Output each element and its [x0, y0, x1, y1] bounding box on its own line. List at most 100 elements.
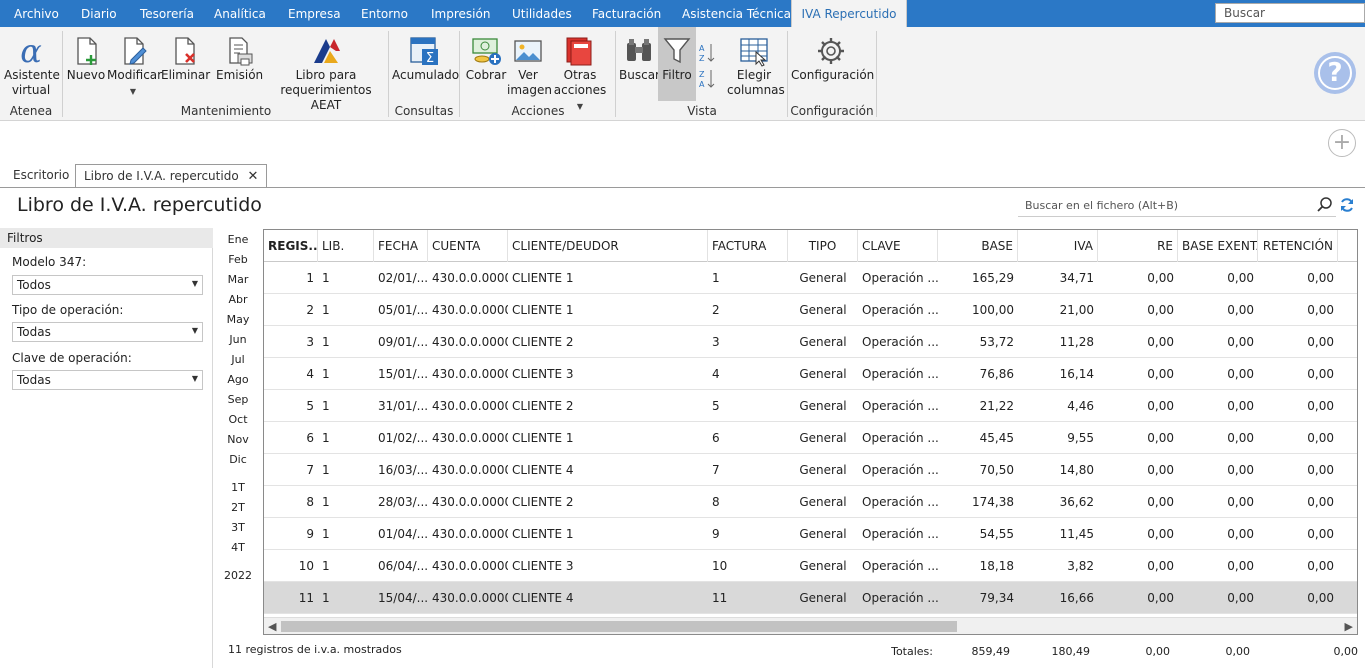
cell-cuenta: 430.0.0.00002 — [432, 399, 508, 413]
add-tab-button[interactable]: + — [1328, 129, 1356, 157]
year-2022[interactable]: 2022 — [222, 569, 254, 582]
month-feb[interactable]: Feb — [222, 253, 254, 266]
quarter-2t[interactable]: 2T — [222, 501, 254, 514]
month-jul[interactable]: Jul — [222, 353, 254, 366]
cell-tipo: General — [799, 527, 847, 541]
configuracion-button[interactable]: Configuración — [791, 27, 874, 101]
scroll-right-icon[interactable]: ▶ — [1345, 618, 1353, 634]
buscar-button[interactable]: Buscar — [619, 27, 660, 101]
eliminar-button[interactable]: Eliminar — [161, 27, 210, 101]
col-iva[interactable]: IVA — [1018, 230, 1098, 262]
cell-fecha: 15/01/... — [378, 367, 428, 381]
sort-za-icon: ZA — [699, 70, 715, 89]
table-row[interactable]: 2105/01/...430.0.0.00001CLIENTE 12Genera… — [264, 294, 1357, 326]
month-oct[interactable]: Oct — [222, 413, 254, 426]
menu-utilidades[interactable]: Utilidades — [512, 0, 572, 27]
col-cuenta[interactable]: CUENTA — [428, 230, 508, 262]
menu-tesoreria[interactable]: Tesorería — [140, 0, 194, 27]
month-sep[interactable]: Sep — [222, 393, 254, 406]
col-clave[interactable]: CLAVE — [858, 230, 938, 262]
table-row[interactable]: 3109/01/...430.0.0.00002CLIENTE 23Genera… — [264, 326, 1357, 358]
cell-iva: 11,45 — [1059, 527, 1094, 541]
menu-impresion[interactable]: Impresión — [431, 0, 490, 27]
tipo-operacion-select[interactable]: Todas ▼ — [12, 322, 203, 342]
tab-libro-iva[interactable]: Libro de I.V.A. repercutido ✕ — [75, 164, 268, 188]
menu-analitica[interactable]: Analítica — [214, 0, 266, 27]
month-dic[interactable]: Dic — [222, 453, 254, 466]
global-search-input[interactable]: Buscar — [1215, 3, 1365, 23]
table-row[interactable]: 11115/04/...430.0.0.00004CLIENTE 411Gene… — [264, 582, 1357, 614]
modificar-button[interactable]: Modificar ▼ — [107, 27, 162, 101]
scroll-left-icon[interactable]: ◀ — [268, 618, 276, 634]
tab-escritorio[interactable]: Escritorio — [5, 164, 77, 188]
table-row[interactable]: 5131/01/...430.0.0.00002CLIENTE 25Genera… — [264, 390, 1357, 422]
col-tipo[interactable]: TIPO — [788, 230, 858, 262]
file-search-input[interactable]: Buscar en el fichero (Alt+B) — [1018, 195, 1336, 217]
quarter-3t[interactable]: 3T — [222, 521, 254, 534]
modelo-347-select[interactable]: Todos ▼ — [12, 275, 203, 295]
help-button[interactable]: ? — [1314, 52, 1356, 94]
table-row[interactable]: 1102/01/...430.0.0.00001CLIENTE 11Genera… — [264, 262, 1357, 294]
search-icon[interactable] — [1316, 196, 1334, 214]
quarter-4t[interactable]: 4T — [222, 541, 254, 554]
col-base-exenta[interactable]: BASE EXENTA — [1178, 230, 1258, 262]
menu-iva-repercutido[interactable]: IVA Repercutido — [791, 0, 907, 27]
col-registro[interactable]: REGIS... — [264, 230, 318, 262]
nuevo-button[interactable]: Nuevo — [66, 27, 106, 101]
horizontal-scrollbar[interactable]: ◀ ▶ — [264, 617, 1357, 634]
table-row[interactable]: 6101/02/...430.0.0.00001CLIENTE 16Genera… — [264, 422, 1357, 454]
cell-cuenta: 430.0.0.00001 — [432, 431, 508, 445]
cell-registro: 1 — [306, 271, 314, 285]
emision-label: Emisión — [216, 68, 264, 82]
cell-re: 0,00 — [1147, 367, 1174, 381]
month-ene[interactable]: Ene — [222, 233, 254, 246]
menu-facturacion[interactable]: Facturación — [592, 0, 661, 27]
month-ago[interactable]: Ago — [222, 373, 254, 386]
col-retencion[interactable]: RETENCIÓN — [1258, 230, 1338, 262]
month-abr[interactable]: Abr — [222, 293, 254, 306]
menu-asistencia-tecnica[interactable]: Asistencia Técnica — [682, 0, 791, 27]
menu-archivo[interactable]: Archivo — [14, 0, 59, 27]
col-cliente[interactable]: CLIENTE/DEUDOR — [508, 230, 708, 262]
table-row[interactable]: 10 1 06/04/... 430.0.0.00003 CLIENTE 3 10 Gene… — [264, 550, 1357, 582]
cell-lib: 1 — [322, 399, 330, 413]
cell-cuenta: 430.0.0.00003 — [432, 367, 508, 381]
col-re[interactable]: RE — [1098, 230, 1178, 262]
table-row[interactable]: 7116/03/...430.0.0.00004CLIENTE 47Genera… — [264, 454, 1357, 486]
col-fecha[interactable]: FECHA — [374, 230, 428, 262]
menu-diario[interactable]: Diario — [81, 0, 117, 27]
table-row[interactable]: 4115/01/...430.0.0.00003CLIENTE 34Genera… — [264, 358, 1357, 390]
col-base[interactable]: BASE — [938, 230, 1018, 262]
scrollbar-thumb[interactable] — [281, 621, 957, 632]
cell-iva: 9,55 — [1067, 431, 1094, 445]
col-factura[interactable]: FACTURA — [708, 230, 788, 262]
cobrar-button[interactable]: Cobrar — [463, 27, 509, 101]
month-nov[interactable]: Nov — [222, 433, 254, 446]
elegir-label-2: columnas — [727, 83, 785, 97]
filtro-button[interactable]: Filtro — [658, 27, 696, 101]
otras-acciones-button[interactable]: Otras acciones ▼ — [551, 27, 609, 111]
month-mar[interactable]: Mar — [222, 273, 254, 286]
table-row[interactable]: 8128/03/...430.0.0.00002CLIENTE 28Genera… — [264, 486, 1357, 518]
sort-desc-button[interactable]: ZA — [697, 67, 717, 95]
month-may[interactable]: May — [222, 313, 254, 326]
menu-entorno[interactable]: Entorno — [361, 0, 408, 27]
month-jun[interactable]: Jun — [222, 333, 254, 346]
cell-clave: Operación ... — [862, 399, 938, 413]
asistente-virtual-button[interactable]: α Asistente virtual — [4, 27, 60, 101]
binoculars-icon — [627, 39, 651, 61]
clave-operacion-select[interactable]: Todas ▼ — [12, 370, 203, 390]
acumulado-button[interactable]: Σ Acumulado — [392, 27, 459, 101]
close-icon[interactable]: ✕ — [248, 169, 259, 184]
cell-base: 70,50 — [979, 463, 1014, 477]
table-row[interactable]: 9101/04/...430.0.0.00001CLIENTE 19Genera… — [264, 518, 1357, 550]
elegir-columnas-button[interactable]: Elegir columnas — [727, 27, 785, 101]
emision-button[interactable]: Emisión — [216, 27, 264, 101]
libro-aeat-button[interactable]: Libro para requerimientos AEAT — [268, 27, 384, 112]
quarter-1t[interactable]: 1T — [222, 481, 254, 494]
col-lib[interactable]: LIB. — [318, 230, 374, 262]
menu-empresa[interactable]: Empresa — [288, 0, 341, 27]
cell-re: 0,00 — [1147, 527, 1174, 541]
refresh-icon[interactable] — [1339, 197, 1355, 213]
ver-imagen-button[interactable]: Ver imagen — [507, 27, 552, 101]
